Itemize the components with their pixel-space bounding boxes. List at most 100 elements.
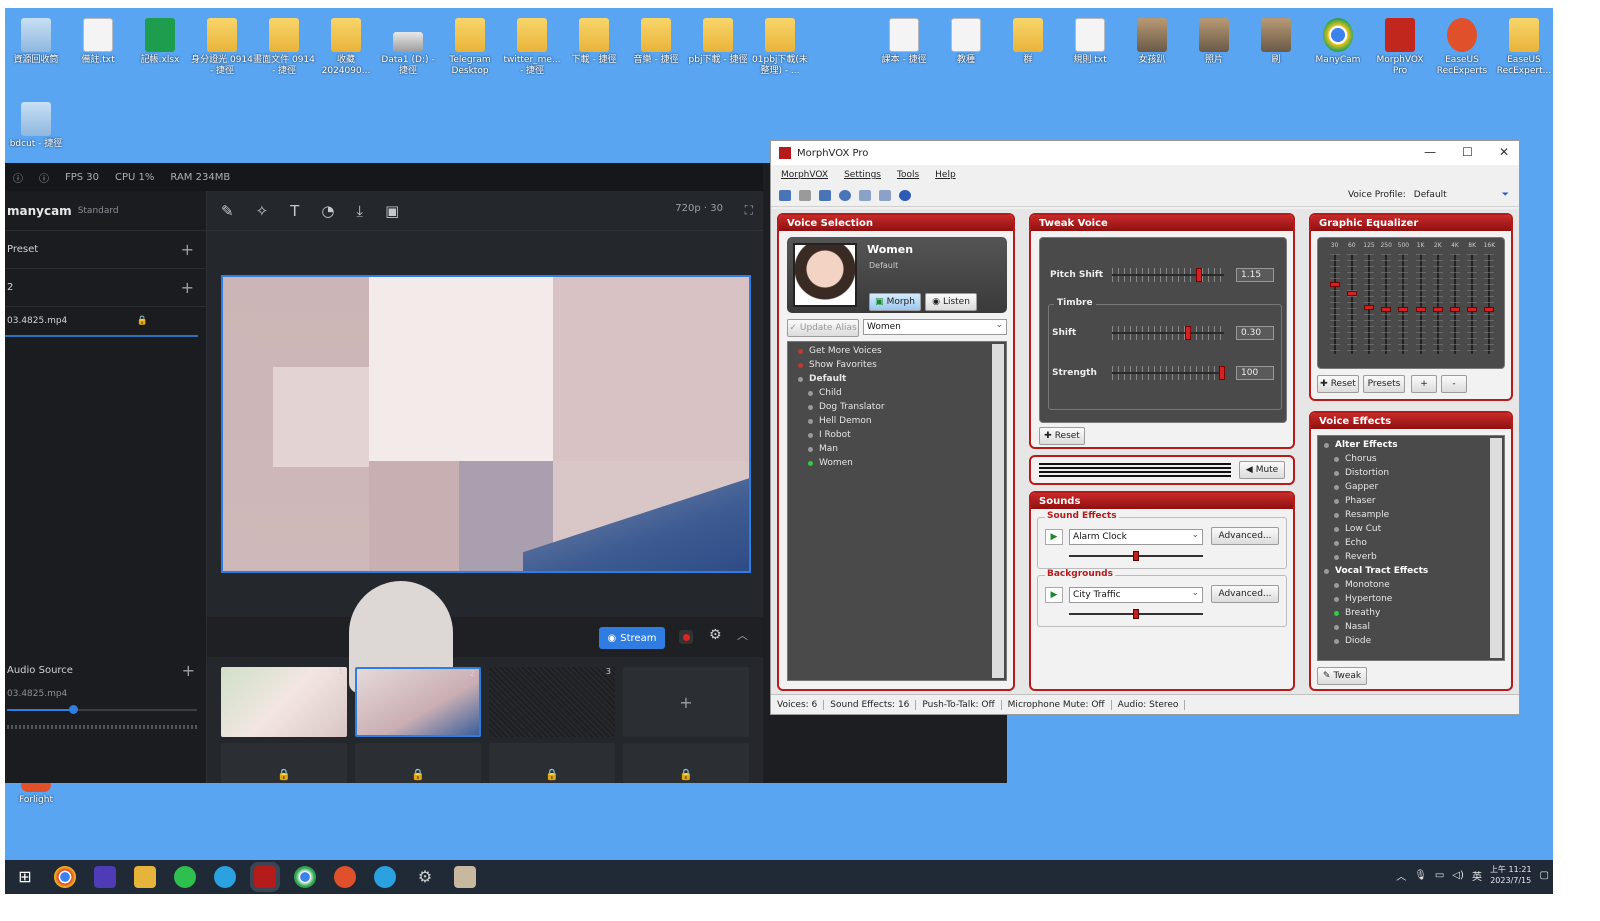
snapshot-icon[interactable]: ▣ xyxy=(385,202,399,220)
desktop-icon[interactable]: Data1 (D:) - 捷徑 xyxy=(377,18,439,77)
background-volume-slider[interactable] xyxy=(1069,609,1203,619)
eq-band-knob[interactable] xyxy=(1398,307,1409,313)
locked-slot[interactable]: 🔒 xyxy=(221,743,347,783)
notification-icon[interactable]: ▢ xyxy=(1540,870,1549,881)
text-icon[interactable]: T xyxy=(290,202,299,220)
sound-effects-advanced-button[interactable]: Advanced... xyxy=(1211,527,1279,545)
desktop-icon[interactable]: MorphVOX Pro xyxy=(1369,18,1431,77)
desktop-icon[interactable]: EaseUS RecExperts xyxy=(1431,18,1493,77)
desktop-icon[interactable]: 身分證光 0914 - 捷徑 xyxy=(191,18,253,77)
locked-slot[interactable]: 🔒 xyxy=(489,743,615,783)
scene-thumb-1[interactable]: 1 xyxy=(221,667,347,737)
input-language[interactable]: 英 xyxy=(1472,868,1482,883)
desktop-icon[interactable]: 照片 xyxy=(1183,18,1245,66)
voice-effect-item[interactable]: Monotone xyxy=(1324,578,1484,592)
voice-effect-item[interactable]: Alter Effects xyxy=(1324,438,1484,452)
clock[interactable]: 上午 11:21 2023/7/15 xyxy=(1490,864,1532,886)
voice-list-item[interactable]: Default xyxy=(798,372,984,386)
eq-band-knob[interactable] xyxy=(1329,281,1340,287)
desktop-icon[interactable]: 備註.txt xyxy=(67,18,129,66)
manycam-taskbar-icon[interactable] xyxy=(294,866,316,888)
morph-button[interactable]: ▣ Morph xyxy=(869,293,921,311)
save-icon[interactable] xyxy=(779,190,791,201)
add-audio-icon[interactable]: + xyxy=(182,661,195,680)
tweak-reset-button[interactable]: ✚ Reset xyxy=(1039,427,1085,445)
minimize-icon[interactable]: — xyxy=(1424,145,1436,159)
timbre-strength-slider[interactable] xyxy=(1112,366,1225,380)
settings-icon[interactable]: ⚙ xyxy=(709,627,722,643)
timer-icon[interactable]: ◔ xyxy=(321,202,334,220)
voice-effects-scrollbar[interactable] xyxy=(1490,438,1502,658)
eq-band-knob[interactable] xyxy=(1415,307,1426,313)
download-icon[interactable]: ⤓ xyxy=(356,202,363,220)
desktop-icon[interactable]: 音樂 - 捷徑 xyxy=(625,18,687,66)
voice-list-item[interactable]: Women xyxy=(798,456,984,470)
voice-list-item[interactable]: Get More Voices xyxy=(798,344,984,358)
eq-band-knob[interactable] xyxy=(1346,290,1357,296)
add-preset-icon[interactable]: + xyxy=(181,240,194,259)
voice-effect-item[interactable]: Reverb xyxy=(1324,550,1484,564)
voice-icon[interactable] xyxy=(819,190,831,201)
menu-tools[interactable]: Tools xyxy=(897,170,919,180)
voice-profile-select[interactable]: Default xyxy=(1414,190,1494,200)
video-source-item[interactable]: 03.4825.mp4 🔒 xyxy=(5,307,198,337)
collapse-icon[interactable]: ︿ xyxy=(737,627,748,643)
menu-morphvox[interactable]: MorphVOX xyxy=(781,170,828,180)
scene-thumb-2[interactable]: 2 xyxy=(355,667,481,737)
eq-add-preset-button[interactable]: + xyxy=(1411,375,1437,393)
menu-settings[interactable]: Settings xyxy=(844,170,881,180)
tweak-effect-button[interactable]: ✎ Tweak xyxy=(1317,667,1367,685)
voice-effect-item[interactable]: Breathy xyxy=(1324,606,1484,620)
pen-icon[interactable]: ✎ xyxy=(221,202,234,220)
desktop-icon[interactable]: 資源回收筒 xyxy=(5,18,67,66)
record-button[interactable] xyxy=(679,630,693,644)
help-icon[interactable] xyxy=(899,190,911,201)
play-background-button[interactable]: ▶ xyxy=(1045,587,1063,603)
video-editor-icon[interactable] xyxy=(94,866,116,888)
desktop-icon[interactable]: ManyCam xyxy=(1307,18,1369,66)
update-alias-button[interactable]: ✓ Update Alias xyxy=(787,319,859,337)
voice-effect-item[interactable]: Gapper xyxy=(1324,480,1484,494)
voice-list-item[interactable]: Hell Demon xyxy=(798,414,984,428)
timbre-strength-value[interactable]: 100 xyxy=(1236,366,1274,380)
menu-help[interactable]: Help xyxy=(935,170,956,180)
morphvox-taskbar-icon[interactable] xyxy=(254,866,276,888)
audio-volume-slider[interactable] xyxy=(7,703,197,717)
voice-effect-item[interactable]: Hypertone xyxy=(1324,592,1484,606)
audio-source-row[interactable]: Audio Source + xyxy=(5,651,207,689)
timbre-shift-value[interactable]: 0.30 xyxy=(1236,326,1274,340)
desktop-icon-bdcut[interactable]: bdcut - 捷徑 xyxy=(5,102,67,150)
network-icon[interactable]: ▭ xyxy=(1435,870,1444,881)
add-layer-icon[interactable]: + xyxy=(181,278,194,297)
pitch-shift-value[interactable]: 1.15 xyxy=(1236,268,1274,282)
volume-icon[interactable]: ◁) xyxy=(1452,870,1464,881)
backgrounds-advanced-button[interactable]: Advanced... xyxy=(1211,585,1279,603)
sound-effect-select[interactable]: Alarm Clock xyxy=(1069,528,1203,545)
voice-effect-item[interactable]: Echo xyxy=(1324,536,1484,550)
voice-effect-item[interactable]: Resample xyxy=(1324,508,1484,522)
timbre-shift-slider[interactable] xyxy=(1112,326,1224,340)
mute-button[interactable]: ◀ Mute xyxy=(1239,461,1285,479)
open-icon[interactable] xyxy=(799,190,811,201)
voice-effect-item[interactable]: Vocal Tract Effects xyxy=(1324,564,1484,578)
desktop-icon[interactable]: 01pbj下載(未整理) - ... xyxy=(749,18,811,77)
preset-row[interactable]: Preset + xyxy=(5,231,206,269)
file-explorer-icon[interactable] xyxy=(134,866,156,888)
telegram-2-icon[interactable] xyxy=(374,866,396,888)
voice-effect-item[interactable]: Nasal xyxy=(1324,620,1484,634)
chart-icon[interactable] xyxy=(859,190,871,201)
alias-select[interactable]: Women xyxy=(863,318,1007,335)
eq-band-knob[interactable] xyxy=(1381,307,1392,313)
refresh-icon[interactable] xyxy=(839,190,851,201)
voice-effect-item[interactable]: Low Cut xyxy=(1324,522,1484,536)
eq-band-knob[interactable] xyxy=(1467,307,1478,313)
eq-reset-button[interactable]: ✚ Reset xyxy=(1317,375,1359,393)
desktop-icon[interactable]: 收藏 2024090... xyxy=(315,18,377,77)
filter-icon[interactable]: ⏷ xyxy=(1502,190,1509,200)
close-icon[interactable]: ✕ xyxy=(1499,145,1509,159)
mixer-icon[interactable] xyxy=(879,190,891,201)
microphone-icon[interactable]: 🎙 xyxy=(1414,870,1427,881)
fullscreen-icon[interactable]: ⛶ xyxy=(745,203,753,218)
eq-band-knob[interactable] xyxy=(1450,307,1460,313)
eq-presets-button[interactable]: Presets xyxy=(1363,375,1405,393)
